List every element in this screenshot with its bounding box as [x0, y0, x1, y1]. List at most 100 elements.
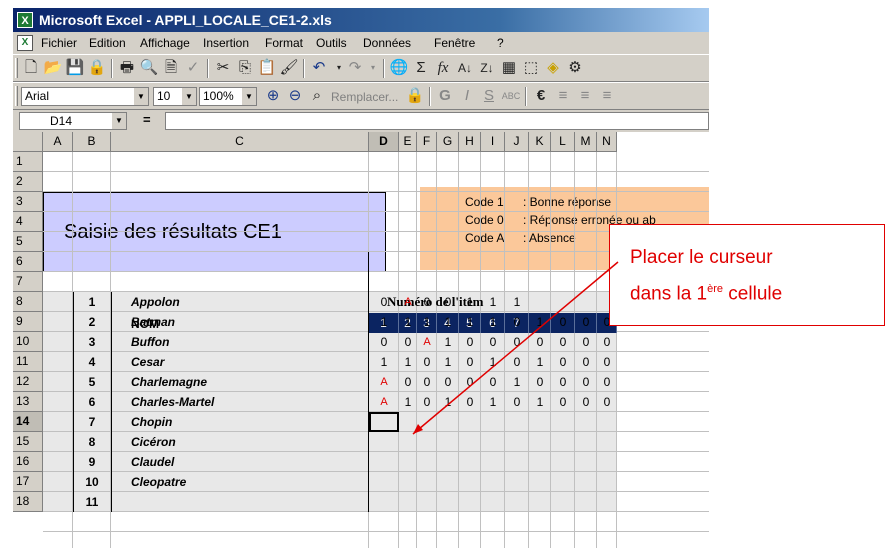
column-header-h[interactable]: H	[459, 132, 481, 152]
score-cell[interactable]	[529, 412, 551, 432]
score-cell[interactable]: 0	[481, 332, 505, 352]
score-cell[interactable]	[551, 412, 575, 432]
menu-outils[interactable]: Outils	[316, 32, 347, 54]
font-name-select[interactable]: Arial ▼	[21, 87, 149, 106]
row-header[interactable]: 1	[13, 152, 43, 172]
menu-donnees[interactable]: Données	[363, 32, 411, 54]
strikethrough-icon[interactable]: ABC	[501, 86, 521, 106]
student-name[interactable]: Batman	[131, 312, 175, 332]
column-header-a[interactable]: A	[43, 132, 73, 152]
score-cell[interactable]	[551, 492, 575, 512]
row-header[interactable]: 13	[13, 392, 43, 412]
score-cell[interactable]: 0	[597, 332, 617, 352]
score-cell[interactable]	[505, 472, 529, 492]
student-name[interactable]: Appolon	[131, 292, 180, 312]
score-cell[interactable]: 0	[529, 332, 551, 352]
score-cell[interactable]: 0	[459, 332, 481, 352]
score-cell[interactable]	[529, 292, 551, 312]
score-cell[interactable]: 0	[505, 352, 529, 372]
score-cell[interactable]: 1	[505, 372, 529, 392]
score-cell[interactable]	[417, 492, 437, 512]
score-cell[interactable]: 0	[575, 332, 597, 352]
score-cell[interactable]: 1	[481, 292, 505, 312]
score-cell[interactable]: 1	[529, 312, 551, 332]
score-cell[interactable]: 0	[399, 332, 417, 352]
score-cell[interactable]	[529, 492, 551, 512]
score-cell[interactable]	[481, 432, 505, 452]
score-cell[interactable]: 0	[551, 312, 575, 332]
score-cell[interactable]	[417, 452, 437, 472]
score-cell[interactable]	[459, 452, 481, 472]
score-cell[interactable]	[399, 472, 417, 492]
score-cell[interactable]	[597, 472, 617, 492]
score-cell[interactable]	[399, 452, 417, 472]
score-cell[interactable]	[399, 492, 417, 512]
menu-affichage[interactable]: Affichage	[140, 32, 190, 54]
score-cell[interactable]	[459, 472, 481, 492]
row-header[interactable]: 11	[13, 352, 43, 372]
score-cell[interactable]: 0	[417, 352, 437, 372]
align-center-icon[interactable]: ≡	[575, 86, 595, 106]
student-name[interactable]: Charles-Martel	[131, 392, 214, 412]
binoculars-icon[interactable]: ⌕	[307, 86, 327, 106]
score-cell[interactable]	[459, 492, 481, 512]
score-cell[interactable]: 1	[481, 392, 505, 412]
score-cell[interactable]	[575, 432, 597, 452]
score-cell[interactable]: 0	[505, 312, 529, 332]
align-left-icon[interactable]: ≡	[553, 86, 573, 106]
score-cell[interactable]: 1	[481, 312, 505, 332]
column-header-m[interactable]: M	[575, 132, 597, 152]
score-cell[interactable]: A	[399, 292, 417, 312]
score-cell[interactable]	[575, 472, 597, 492]
column-header-c[interactable]: C	[111, 132, 369, 152]
document-icon[interactable]: X	[17, 35, 33, 51]
student-name[interactable]: Cesar	[131, 352, 164, 372]
zoom-out-icon[interactable]: ⊖	[285, 86, 305, 106]
preview-icon[interactable]: 🗎	[161, 58, 181, 78]
score-cell[interactable]	[575, 292, 597, 312]
score-cell[interactable]: 1	[529, 352, 551, 372]
score-cell[interactable]	[481, 472, 505, 492]
score-cell[interactable]	[369, 452, 399, 472]
score-cell[interactable]: 0	[551, 392, 575, 412]
score-cell[interactable]	[437, 412, 459, 432]
toolbar-grip[interactable]	[15, 86, 18, 106]
score-cell[interactable]	[551, 432, 575, 452]
score-cell[interactable]: 0	[551, 352, 575, 372]
score-cell[interactable]: 0	[529, 372, 551, 392]
score-cell[interactable]	[437, 452, 459, 472]
autosum-icon[interactable]: Σ	[411, 58, 431, 78]
score-cell[interactable]	[437, 432, 459, 452]
score-cell[interactable]: 1	[437, 392, 459, 412]
menu-fichier[interactable]: Fichier	[41, 32, 77, 54]
bold-icon[interactable]: G	[435, 86, 455, 106]
score-cell[interactable]	[529, 432, 551, 452]
row-header[interactable]: 3	[13, 192, 43, 212]
score-cell[interactable]	[417, 472, 437, 492]
protect-icon[interactable]: 🔒	[405, 86, 425, 106]
column-header-n[interactable]: N	[597, 132, 617, 152]
active-cell[interactable]	[369, 412, 399, 432]
score-cell[interactable]: 0	[481, 372, 505, 392]
print-icon[interactable]: 🖶	[117, 58, 137, 78]
formula-input[interactable]	[165, 112, 709, 130]
score-cell[interactable]	[481, 492, 505, 512]
student-name[interactable]: Cicéron	[131, 432, 176, 452]
redo-dropdown-icon[interactable]: ▾	[363, 58, 383, 78]
score-cell[interactable]: 0	[551, 332, 575, 352]
score-cell[interactable]: 0	[505, 332, 529, 352]
score-cell[interactable]: A	[417, 332, 437, 352]
row-header[interactable]: 14	[13, 412, 43, 432]
score-cell[interactable]	[481, 452, 505, 472]
chevron-down-icon[interactable]: ▼	[242, 88, 256, 105]
score-cell[interactable]	[369, 492, 399, 512]
student-name[interactable]: Chopin	[131, 412, 172, 432]
score-cell[interactable]	[399, 432, 417, 452]
score-cell[interactable]: 1	[369, 352, 399, 372]
student-name[interactable]: Claudel	[131, 452, 174, 472]
row-header[interactable]: 7	[13, 272, 43, 292]
menu-edition[interactable]: Edition	[89, 32, 126, 54]
column-header-e[interactable]: E	[399, 132, 417, 152]
undo-icon[interactable]: ↶	[309, 58, 329, 78]
score-cell[interactable]: 1	[399, 352, 417, 372]
